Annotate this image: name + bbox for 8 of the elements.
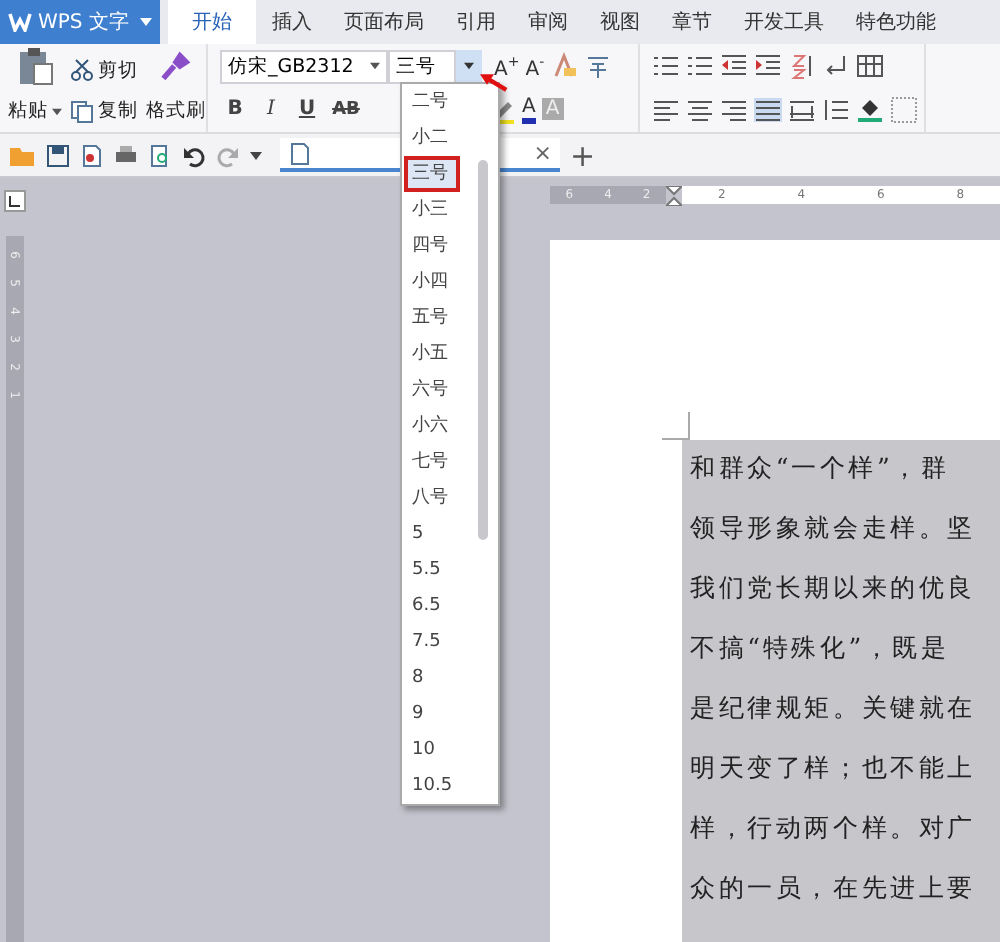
text-line: 我们党长期以来的优良 <box>690 572 978 606</box>
text-line: 是纪律规矩。关键就在 <box>690 692 978 726</box>
text-line: 众的一员，在先进上要 <box>690 872 978 906</box>
text-line: 领导形象就会走样。坚 <box>690 512 978 546</box>
text-line: 明天变了样；也不能上 <box>690 752 978 786</box>
text-line: 和群众“一个样”，群 <box>690 452 952 486</box>
text-line: 不搞“特殊化”，既是 <box>690 632 952 666</box>
text-line: 样，行动两个样。对广 <box>690 812 978 846</box>
